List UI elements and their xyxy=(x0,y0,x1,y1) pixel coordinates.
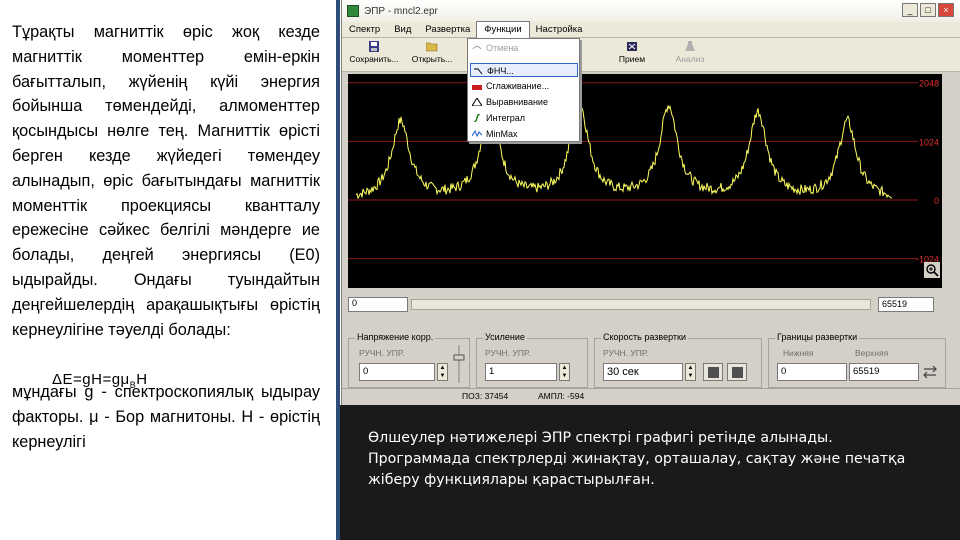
folder-open-icon xyxy=(426,42,438,52)
toolbar: Сохранить... Открыть... Прием Анализ xyxy=(342,38,960,72)
save-button[interactable]: Сохранить... xyxy=(346,41,402,69)
dropdown-item-lowpass[interactable]: ФНЧ... xyxy=(470,63,578,77)
maximize-button[interactable]: □ xyxy=(920,3,936,17)
y-tick-label: 2048 xyxy=(919,79,939,89)
gain-title: Усиление xyxy=(483,332,527,342)
dropdown-item-align[interactable]: Выравнивание xyxy=(470,95,578,109)
menu-functions[interactable]: Функции xyxy=(476,20,530,39)
menu-settings[interactable]: Настройка xyxy=(529,22,590,38)
scroll-row: 0 65519 xyxy=(348,296,942,313)
bounds-title: Границы развертки xyxy=(775,332,860,342)
dropdown-item-smoothing[interactable]: Сглаживание... xyxy=(470,79,578,93)
y-tick-label: 0 xyxy=(934,196,939,206)
points-field[interactable]: 65519 xyxy=(878,297,934,312)
open-label: Открыть... xyxy=(411,54,453,64)
position-field[interactable]: 0 xyxy=(348,297,408,312)
integral-icon xyxy=(473,114,481,122)
undo-icon xyxy=(472,46,482,50)
status-amplitude: АМПЛ: -594 xyxy=(538,391,585,401)
menu-bar: Спектр Вид Развертка Функции Настройка xyxy=(342,20,960,39)
speed-spinner[interactable]: ▲ ▼ xyxy=(685,363,696,381)
zoom-icon[interactable] xyxy=(924,262,940,278)
speed-title: Скорость развертки xyxy=(601,332,688,342)
lower-bound-input[interactable]: 0 xyxy=(777,363,847,381)
left-text-column: Тұрақты магниттік өріс жоқ кезде магнитт… xyxy=(12,20,320,540)
dropdown-undo-label: Отмена xyxy=(486,43,519,53)
lowpass-icon xyxy=(474,68,483,75)
group-voltage: Напряжение корр. РУЧН. УПР. 0 ▲ ▼ xyxy=(348,332,470,388)
align-icon xyxy=(472,98,482,106)
dropdown-smoothing-label: Сглаживание... xyxy=(486,81,550,91)
group-gain: Усиление РУЧН. УПР. 1 ▲ ▼ xyxy=(476,332,588,388)
swap-arrows-icon[interactable] xyxy=(923,365,937,379)
window-title: ЭПР - mncl2.epr xyxy=(364,5,438,17)
receive-button[interactable]: Прием xyxy=(614,41,650,69)
gain-input[interactable]: 1 xyxy=(485,363,557,381)
menu-view[interactable]: Вид xyxy=(387,22,418,38)
analyze-button[interactable]: Анализ xyxy=(672,41,708,69)
formula-main: ΔE=gH=gμ xyxy=(52,371,130,388)
dropdown-item-integral[interactable]: Интеграл xyxy=(470,111,578,125)
lower-bound-label: Нижняя xyxy=(783,348,814,358)
menu-sweep[interactable]: Развертка xyxy=(418,22,477,38)
gain-mode[interactable]: РУЧН. УПР. xyxy=(485,348,530,358)
group-sweep-speed: Скорость развертки РУЧН. УПР. 30 сек ▲ ▼ xyxy=(594,332,762,388)
dropdown-minmax-label: MinMax xyxy=(486,129,518,139)
spectrum-line xyxy=(355,100,893,200)
stop-icon xyxy=(707,367,719,378)
title-bar[interactable]: ЭПР - mncl2.epr _ □ × xyxy=(342,0,960,22)
status-bar: ПОЗ: 37454 АМПЛ: -594 xyxy=(342,388,960,405)
dropdown-integral-label: Интеграл xyxy=(486,113,526,123)
spectrum-chart: 204810240-1024 xyxy=(348,79,939,265)
horizontal-scrollbar[interactable] xyxy=(411,299,871,310)
y-tick-label: 1024 xyxy=(919,137,939,147)
speed-input[interactable]: 30 сек xyxy=(603,363,683,381)
square-button[interactable] xyxy=(727,363,747,381)
formula: ΔE=gH=gμBH xyxy=(52,371,148,390)
voltage-input[interactable]: 0 xyxy=(359,363,435,381)
square-icon xyxy=(731,367,743,378)
voltage-title: Напряжение корр. xyxy=(355,332,436,342)
stop-button[interactable] xyxy=(703,363,723,381)
dropdown-item-minmax[interactable]: MinMax xyxy=(470,127,578,141)
status-position: ПОЗ: 37454 xyxy=(462,391,509,401)
left-paragraph-1: Тұрақты магниттік өріс жоқ кезде магнитт… xyxy=(12,23,320,339)
upper-bound-input[interactable]: 65519 xyxy=(849,363,919,381)
minimize-button[interactable]: _ xyxy=(902,3,918,17)
caption-text: Өлшеулер нәтижелері ЭПР спектрі графигі … xyxy=(368,430,906,488)
receive-label: Прием xyxy=(618,54,646,64)
voltage-slider[interactable] xyxy=(453,345,465,383)
left-paragraph-2: мұндағы g - спектроскопиялық ыдырау факт… xyxy=(12,383,320,451)
app-icon xyxy=(347,5,359,17)
save-icon xyxy=(369,41,379,52)
voltage-mode[interactable]: РУЧН. УПР. xyxy=(359,348,404,358)
dropdown-lowpass-label: ФНЧ... xyxy=(487,66,514,76)
voltage-spinner[interactable]: ▲ ▼ xyxy=(437,363,448,381)
upper-bound-label: Верхняя xyxy=(855,348,889,358)
menu-spectrum[interactable]: Спектр xyxy=(342,22,387,38)
flask-icon xyxy=(685,41,695,51)
epr-window: ЭПР - mncl2.epr _ □ × Спектр Вид Разверт… xyxy=(341,0,960,405)
formula-tail: H xyxy=(136,371,148,388)
smoothing-icon xyxy=(472,85,482,90)
dropdown-align-label: Выравнивание xyxy=(486,97,548,107)
save-label: Сохранить... xyxy=(349,54,399,64)
speed-mode[interactable]: РУЧН. УПР. xyxy=(603,348,648,358)
analyze-label: Анализ xyxy=(675,54,705,64)
functions-dropdown: Отмена ФНЧ... Сглаживание... Выравнивани… xyxy=(467,38,580,142)
close-button[interactable]: × xyxy=(938,3,954,17)
receive-icon xyxy=(627,42,637,51)
minmax-icon xyxy=(472,130,482,138)
spectrum-graph[interactable]: 2048 1024 0 -1024 xyxy=(348,74,942,288)
gain-spinner[interactable]: ▲ ▼ xyxy=(559,363,570,381)
dropdown-item-undo[interactable]: Отмена xyxy=(470,41,578,55)
group-sweep-bounds: Границы развертки Нижняя Верхняя 0 65519 xyxy=(768,332,946,388)
slide: Тұрақты магниттік өріс жоқ кезде магнитт… xyxy=(0,0,960,540)
open-button[interactable]: Открыть... xyxy=(404,41,460,69)
